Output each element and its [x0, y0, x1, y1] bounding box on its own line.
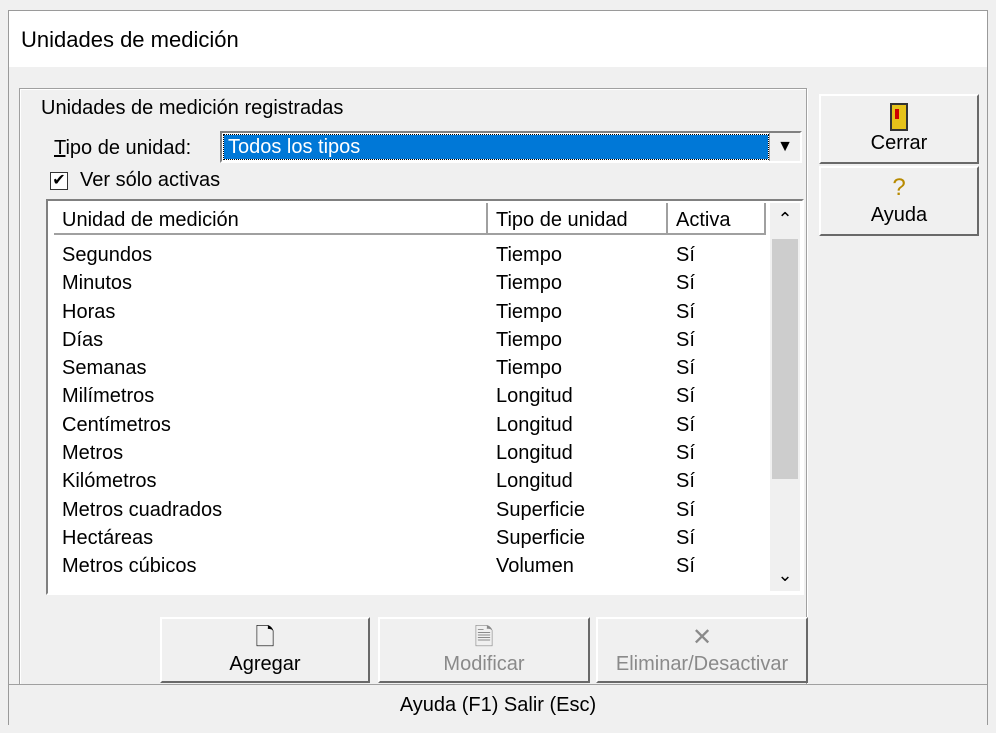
scroll-thumb[interactable]: [772, 239, 798, 479]
column-header-tipo[interactable]: Tipo de unidad: [488, 203, 668, 235]
units-groupbox: Unidades de medición registradas Tipo de…: [19, 88, 808, 690]
cell-unidad: Minutos: [62, 272, 133, 295]
cell-activa: Sí: [676, 300, 695, 323]
cell-tipo: Longitud: [496, 413, 573, 436]
new-document-icon: 🗋: [255, 624, 275, 651]
cell-tipo: Tiempo: [496, 328, 562, 351]
cell-unidad: Metros cúbicos: [62, 555, 197, 578]
edit-icon: 🗎: [474, 624, 494, 651]
cell-unidad: Segundos: [62, 244, 153, 266]
cell-activa: Sí: [676, 328, 695, 351]
eliminar-desactivar-button[interactable]: ✕ Eliminar/Desactivar: [596, 617, 808, 683]
cell-unidad: Días: [62, 328, 104, 351]
cell-activa: Sí: [676, 526, 695, 549]
units-list[interactable]: Unidad de medición Tipo de unidad Activa…: [46, 199, 804, 595]
table-row[interactable]: Milímetros Longitud Sí: [54, 382, 766, 410]
dialog-window: Unidades de medición Unidades de medició…: [8, 10, 988, 725]
dialog-body: Unidades de medición registradas Tipo de…: [9, 68, 987, 693]
cell-tipo: Longitud: [496, 385, 573, 408]
cell-activa: Sí: [676, 272, 695, 295]
ayuda-button[interactable]: ? Ayuda: [819, 166, 979, 236]
table-row[interactable]: Días Tiempo Sí: [54, 326, 766, 354]
cell-unidad: Centímetros: [62, 413, 171, 436]
column-header-activa[interactable]: Activa: [668, 203, 766, 235]
cell-activa: Sí: [676, 385, 695, 408]
cell-activa: Sí: [676, 244, 695, 266]
cell-unidad: Kilómetros: [62, 470, 157, 493]
table-row[interactable]: Metros cúbicos Volumen Sí: [54, 552, 766, 580]
cell-activa: Sí: [676, 470, 695, 493]
help-question-icon: ?: [892, 174, 906, 201]
cell-unidad: Metros cuadrados: [62, 498, 223, 521]
cell-tipo: Tiempo: [496, 300, 562, 323]
table-row[interactable]: Minutos Tiempo Sí: [54, 269, 766, 297]
door-icon: [821, 100, 977, 132]
cell-unidad: Horas: [62, 300, 116, 323]
cell-tipo: Superficie: [496, 526, 585, 549]
cell-activa: Sí: [676, 413, 695, 436]
chevron-down-icon[interactable]: ▼: [769, 133, 800, 161]
table-row[interactable]: Semanas Tiempo Sí: [54, 354, 766, 382]
table-row[interactable]: Horas Tiempo Sí: [54, 298, 766, 326]
cell-activa: Sí: [676, 498, 695, 521]
cell-activa: Sí: [676, 442, 695, 465]
table-row[interactable]: Segundos Tiempo Sí: [54, 241, 766, 269]
vertical-scrollbar[interactable]: ⌃ ⌄: [770, 203, 800, 591]
scroll-up-icon[interactable]: ⌃: [770, 203, 800, 235]
cell-activa: Sí: [676, 357, 695, 380]
cell-tipo: Tiempo: [496, 244, 562, 266]
column-header-unidad[interactable]: Unidad de medición: [54, 203, 488, 235]
scroll-down-icon[interactable]: ⌄: [770, 559, 800, 591]
title-bar: Unidades de medición: [9, 11, 987, 67]
cell-activa: Sí: [676, 555, 695, 578]
list-header: Unidad de medición Tipo de unidad Activa: [54, 203, 766, 237]
cell-unidad: Milímetros: [62, 385, 155, 408]
cell-tipo: Volumen: [496, 555, 574, 578]
cell-unidad: Hectáreas: [62, 526, 154, 549]
cell-tipo: Superficie: [496, 498, 585, 521]
groupbox-legend: Unidades de medición registradas: [38, 97, 347, 120]
delete-icon: ✕: [691, 624, 713, 651]
cell-unidad: Semanas: [62, 357, 147, 380]
tipo-unidad-selected-value: Todos los tipos: [223, 134, 769, 160]
tipo-unidad-label: Tipo de unidad:: [54, 137, 192, 159]
cell-tipo: Longitud: [496, 470, 573, 493]
status-bar: Ayuda (F1) Salir (Esc): [9, 684, 987, 725]
tipo-unidad-dropdown[interactable]: Todos los tipos ▼: [220, 131, 802, 163]
agregar-button[interactable]: 🗋 Agregar: [160, 617, 370, 683]
ver-solo-activas-label: Ver sólo activas: [80, 169, 221, 191]
table-row[interactable]: Centímetros Longitud Sí: [54, 411, 766, 439]
table-row[interactable]: Metros Longitud Sí: [54, 439, 766, 467]
table-row[interactable]: Hectáreas Superficie Sí: [54, 524, 766, 552]
ver-solo-activas-row[interactable]: ✔ Ver sólo activas: [50, 169, 220, 192]
table-row[interactable]: Metros cuadrados Superficie Sí: [54, 496, 766, 524]
list-rows: Segundos Tiempo Sí Minutos Tiempo Sí Horas Tiem…: [54, 241, 766, 581]
modificar-button[interactable]: 🗎 Modificar: [378, 617, 590, 683]
cell-tipo: Tiempo: [496, 272, 562, 295]
cerrar-button[interactable]: Cerrar: [819, 94, 979, 164]
cell-unidad: Metros: [62, 442, 124, 465]
cell-tipo: Tiempo: [496, 357, 562, 380]
table-row[interactable]: Kilómetros Longitud Sí: [54, 467, 766, 495]
ver-solo-activas-checkbox[interactable]: ✔: [50, 171, 68, 190]
cell-tipo: Longitud: [496, 442, 573, 465]
window-title: Unidades de medición: [21, 27, 239, 52]
